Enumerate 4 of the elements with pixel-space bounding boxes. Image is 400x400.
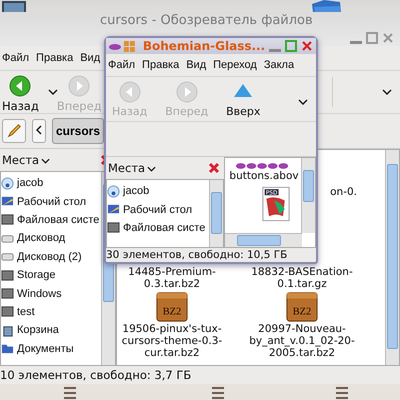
status-text: 10 элементов, свободно: 3,7 ГБ [0, 368, 192, 382]
window-title: cursors - Обозреватель файлов [100, 12, 313, 30]
status-text: 30 элементов, свободно: 10,5 ГБ [106, 249, 288, 261]
window-title: Bohemian-Glass... [142, 39, 266, 53]
